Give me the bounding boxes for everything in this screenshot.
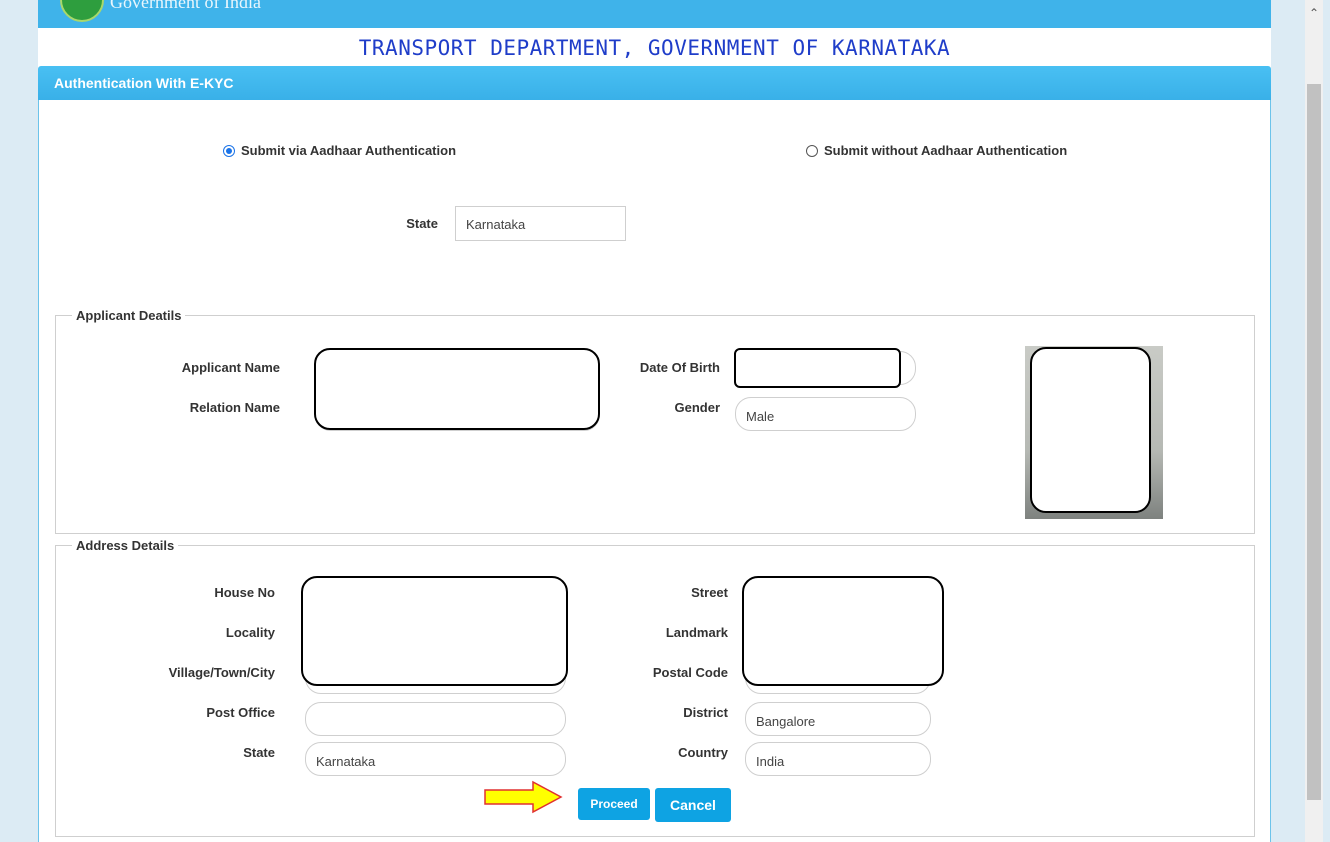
gender-field[interactable]: Male — [735, 397, 916, 431]
emblem-logo-icon — [60, 0, 104, 22]
radio-label: Submit without Aadhaar Authentication — [824, 143, 1068, 158]
state-label: State — [406, 216, 438, 231]
state-select[interactable]: Karnataka — [455, 206, 626, 241]
applicant-details-legend: Applicant Deatils — [72, 308, 186, 323]
redaction-box — [314, 348, 600, 430]
pointer-arrow-icon — [484, 780, 563, 814]
date-of-birth-label: Date Of Birth — [639, 360, 720, 375]
radio-submit-without-aadhaar[interactable]: Submit without Aadhaar Authentication — [806, 143, 1067, 158]
district-field[interactable]: Bangalore — [745, 702, 931, 736]
panel-title: Authentication With E-KYC — [38, 66, 1271, 100]
district-label: District — [683, 705, 728, 720]
postal-code-label: Postal Code — [652, 665, 728, 680]
government-banner: Government of India — [38, 0, 1271, 28]
village-town-city-label: Village/Town/City — [168, 665, 275, 680]
landmark-label: Landmark — [665, 625, 728, 640]
street-label: Street — [691, 585, 728, 600]
country-field[interactable]: India — [745, 742, 931, 776]
redaction-box — [301, 576, 568, 686]
government-of-india-text: Government of India — [110, 0, 261, 12]
redaction-box — [742, 576, 944, 686]
country-label: Country — [678, 745, 728, 760]
house-no-label: House No — [214, 585, 275, 600]
vertical-scrollbar[interactable]: ⌃ — [1305, 0, 1323, 842]
radio-submit-with-aadhaar[interactable]: Submit via Aadhaar Authentication — [223, 143, 456, 158]
radio-selected-icon — [223, 144, 235, 157]
proceed-button[interactable]: Proceed — [578, 788, 650, 820]
redaction-box — [1030, 347, 1151, 513]
scroll-up-arrow-icon[interactable]: ⌃ — [1305, 6, 1323, 20]
radio-label: Submit via Aadhaar Authentication — [241, 143, 457, 158]
cancel-button[interactable]: Cancel — [655, 788, 731, 822]
address-state-label: State — [243, 745, 275, 760]
address-details-legend: Address Details — [72, 538, 179, 553]
scrollbar-thumb[interactable] — [1307, 84, 1321, 800]
post-office-field[interactable] — [305, 702, 566, 736]
department-title: TRANSPORT DEPARTMENT, GOVERNMENT OF KARN… — [358, 36, 951, 60]
locality-label: Locality — [225, 625, 275, 640]
post-office-label: Post Office — [206, 705, 275, 720]
relation-name-label: Relation Name — [189, 400, 280, 415]
address-state-field[interactable]: Karnataka — [305, 742, 566, 776]
redaction-box — [734, 348, 901, 388]
gender-label: Gender — [674, 400, 720, 415]
radio-unselected-icon — [806, 144, 818, 157]
applicant-name-label: Applicant Name — [181, 360, 280, 375]
